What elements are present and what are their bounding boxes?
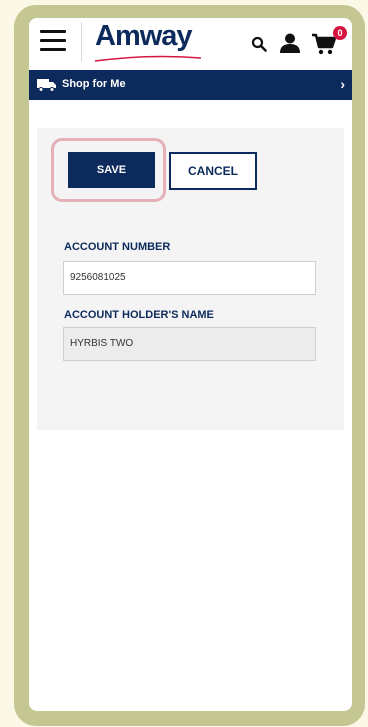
logo-swoosh bbox=[94, 55, 202, 62]
delivery-truck-icon bbox=[37, 79, 56, 92]
app-header: Amway 0 bbox=[29, 18, 352, 70]
app-screen: Amway 0 Shop for Me › SAVE CANCEL ACCOUN… bbox=[29, 18, 352, 711]
chevron-right-icon[interactable]: › bbox=[340, 76, 345, 92]
amway-logo[interactable]: Amway bbox=[95, 20, 193, 53]
shop-for-prefix: Shop for bbox=[62, 78, 108, 90]
cart-count-badge: 0 bbox=[333, 26, 347, 40]
account-holder-label: ACCOUNT HOLDER'S NAME bbox=[64, 309, 214, 321]
hamburger-menu-icon[interactable] bbox=[40, 30, 66, 52]
search-icon[interactable] bbox=[251, 36, 267, 52]
account-number-label: ACCOUNT NUMBER bbox=[64, 241, 171, 253]
user-icon[interactable] bbox=[279, 32, 301, 54]
cancel-button[interactable]: CANCEL bbox=[169, 152, 257, 190]
save-button[interactable]: SAVE bbox=[68, 152, 155, 188]
shop-for-label: Shop for Me bbox=[62, 78, 126, 90]
account-holder-field: HYRBIS TWO bbox=[63, 327, 316, 361]
shop-for-bar[interactable]: Shop for Me › bbox=[29, 70, 352, 100]
header-divider bbox=[81, 22, 82, 62]
account-number-field[interactable]: 9256081025 bbox=[63, 261, 316, 295]
shop-for-me: Me bbox=[110, 78, 126, 90]
